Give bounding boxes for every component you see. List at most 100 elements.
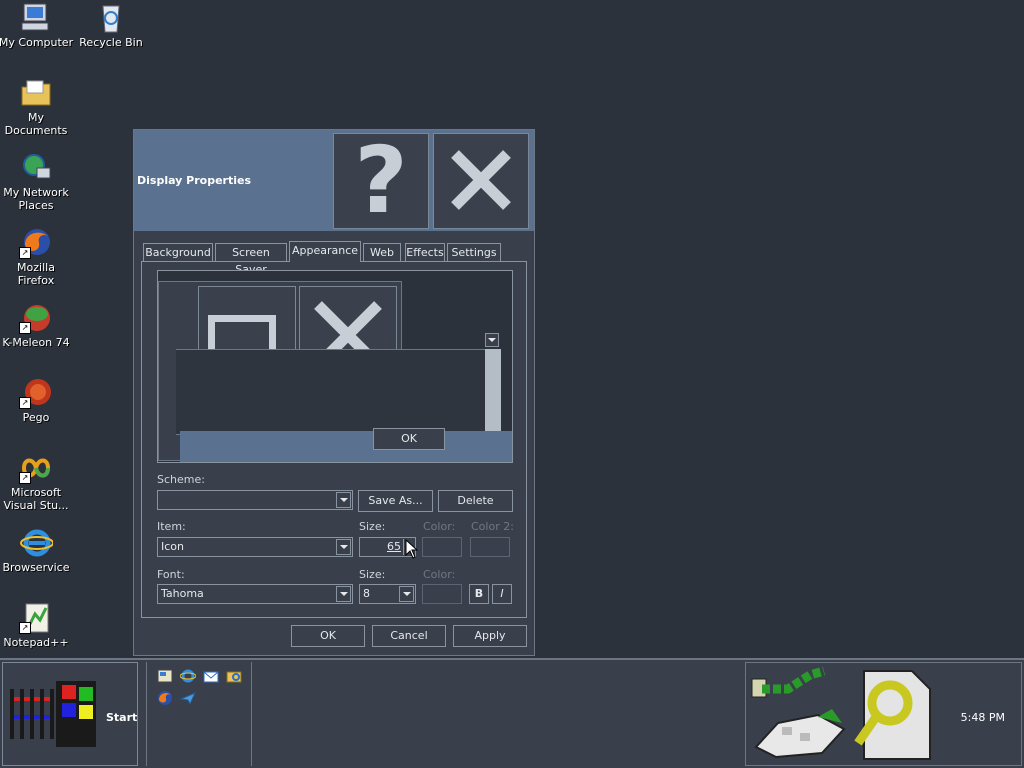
scheme-label: Scheme:	[157, 473, 205, 486]
taskbar: Start 5:48 PM	[0, 658, 1024, 768]
desktop-icon-my-network-places[interactable]: My Network Places	[0, 152, 74, 212]
recycle-bin-icon	[94, 2, 128, 34]
pego-icon: ↗	[19, 377, 53, 409]
item-dropdown-button[interactable]	[336, 539, 351, 555]
question-mark-icon: ?	[354, 127, 408, 234]
network-icon	[19, 152, 53, 184]
desktop-icon-notepad-plus-plus[interactable]: ↗ Notepad++	[0, 602, 74, 649]
desktop-icon-visual-studio[interactable]: ↗ Microsoft Visual Stu...	[0, 452, 74, 512]
desktop-icon-label: Notepad++	[3, 636, 69, 649]
font-dropdown-button[interactable]	[336, 586, 351, 602]
notepad-icon: ↗	[19, 602, 53, 634]
desktop-icon-label: Pego	[22, 411, 50, 424]
internet-explorer-icon	[19, 527, 54, 559]
visual-studio-icon: ↗	[19, 452, 53, 484]
desktop-icon-label: Microsoft Visual Stu...	[3, 486, 69, 512]
outlook-express-icon[interactable]	[203, 668, 219, 684]
tab-effects[interactable]: Effects	[405, 243, 445, 261]
font-label: Font:	[157, 568, 185, 581]
desktop-icon-my-computer[interactable]: My Computer	[0, 2, 74, 49]
quick-launch-toolbar	[146, 662, 252, 766]
desktop-icon-label: Browservice	[2, 561, 70, 574]
item-color-picker[interactable]	[422, 537, 462, 557]
desktop-icon-label: Mozilla Firefox	[17, 261, 55, 287]
shortcut-arrow-icon: ↗	[19, 397, 31, 409]
font-size-select[interactable]: 8	[359, 584, 416, 604]
font-size-dropdown-button[interactable]	[399, 586, 414, 602]
preview-caption-bar	[180, 431, 512, 462]
preview-scroll-arrow	[485, 333, 499, 347]
bold-button[interactable]: B	[469, 584, 489, 604]
preview-scrollbar	[485, 349, 501, 433]
chevron-down-icon	[452, 539, 460, 555]
shortcut-arrow-icon: ↗	[19, 247, 31, 259]
font-color-label: Color:	[423, 568, 456, 581]
font-value: Tahoma	[161, 587, 204, 600]
help-button[interactable]: ?	[333, 133, 429, 229]
desktop-icon-pego[interactable]: ↗ Pego	[0, 377, 74, 424]
delete-button[interactable]: Delete	[438, 490, 513, 512]
clock[interactable]: 5:48 PM	[961, 711, 1005, 724]
item-color-label: Color:	[423, 520, 456, 533]
item-size-value: 65	[387, 540, 401, 553]
tab-background[interactable]: Background	[143, 243, 213, 261]
font-color-picker[interactable]	[422, 584, 462, 604]
tab-settings[interactable]: Settings	[447, 243, 501, 261]
item-color2-label: Color 2:	[471, 520, 514, 533]
chevron-down-icon	[402, 592, 411, 596]
show-desktop-icon[interactable]	[157, 668, 173, 684]
internet-explorer-icon[interactable]	[179, 668, 197, 684]
firefox-icon[interactable]	[157, 690, 173, 706]
scheme-dropdown-button[interactable]	[336, 492, 351, 508]
firefox-icon: ↗	[19, 227, 53, 259]
title-bar[interactable]: Display Properties ?	[134, 130, 534, 231]
desktop-icon-label: Recycle Bin	[79, 36, 143, 49]
preview-message-box	[176, 349, 486, 435]
desktop-icon-label: K-Meleon 74	[2, 336, 70, 349]
system-tray: 5:48 PM	[745, 662, 1022, 766]
desktop-icon-label: My Documents	[4, 111, 68, 137]
close-button[interactable]	[433, 133, 529, 229]
font-select[interactable]: Tahoma	[157, 584, 353, 604]
shortcut-arrow-icon: ↗	[19, 622, 31, 634]
item-size-label: Size:	[359, 520, 386, 533]
desktop-icon-recycle-bin[interactable]: Recycle Bin	[73, 2, 149, 49]
preview-ok-button: OK	[373, 428, 445, 450]
item-select[interactable]: Icon	[157, 537, 353, 557]
desktop-icon-label: My Computer	[0, 36, 74, 49]
font-size-value: 8	[363, 587, 370, 600]
windows-explorer-icon[interactable]	[226, 668, 242, 684]
ok-button[interactable]: OK	[291, 625, 365, 647]
folder-icon	[19, 77, 53, 109]
chevron-down-icon	[488, 338, 496, 342]
scheme-select[interactable]	[157, 490, 353, 510]
messenger-icon[interactable]	[179, 690, 196, 706]
chevron-down-icon	[339, 498, 348, 502]
mouse-cursor-icon	[405, 539, 419, 559]
item-color2-picker[interactable]	[470, 537, 510, 557]
appearance-preview: OK	[157, 270, 513, 463]
italic-button[interactable]: I	[492, 584, 512, 604]
cancel-button[interactable]: Cancel	[372, 625, 446, 647]
network-activity-icon[interactable]	[748, 666, 848, 763]
chevron-down-icon	[500, 539, 508, 555]
start-button[interactable]: Start	[2, 662, 138, 766]
close-icon	[449, 148, 513, 215]
chevron-down-icon	[339, 592, 348, 596]
desktop-icon-browservice[interactable]: Browservice	[0, 527, 74, 574]
tab-screen-saver[interactable]: Screen Saver	[215, 243, 287, 276]
desktop-icon-mozilla-firefox[interactable]: ↗ Mozilla Firefox	[0, 227, 74, 287]
display-properties-dialog: Display Properties ? Background Screen S…	[133, 129, 535, 656]
desktop-icon-my-documents[interactable]: My Documents	[0, 77, 74, 137]
computer-icon	[19, 2, 53, 34]
desktop-icon-k-meleon[interactable]: ↗ K-Meleon 74	[0, 302, 74, 349]
start-label: Start	[106, 711, 138, 724]
k-meleon-icon: ↗	[19, 302, 53, 334]
tab-web[interactable]: Web	[363, 243, 401, 261]
key-document-icon[interactable]	[850, 667, 940, 763]
save-as-button[interactable]: Save As...	[358, 490, 433, 512]
window-title: Display Properties	[137, 174, 252, 187]
desktop-icon-label: My Network Places	[3, 186, 69, 212]
apply-button[interactable]: Apply	[453, 625, 527, 647]
tab-appearance[interactable]: Appearance	[289, 241, 361, 262]
